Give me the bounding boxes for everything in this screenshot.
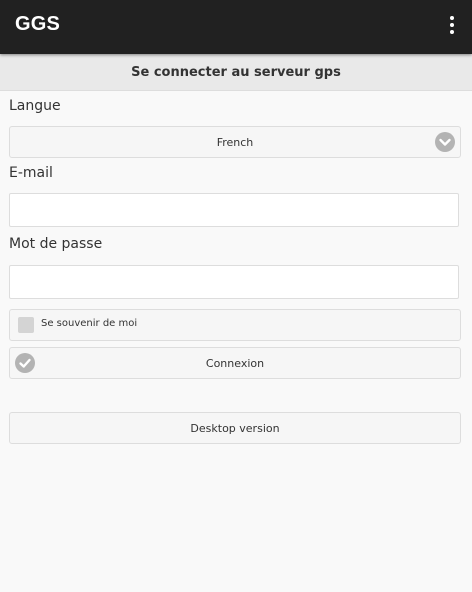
password-field[interactable] xyxy=(9,265,459,299)
language-select-value: French xyxy=(216,135,254,149)
desktop-version-label: Desktop version xyxy=(190,421,280,435)
page-header: Se connecter au serveur gps xyxy=(0,54,472,91)
login-button-label: Connexion xyxy=(205,356,265,370)
language-label: Langue xyxy=(9,98,61,114)
more-vert-icon[interactable] xyxy=(446,14,458,40)
app-title: GGS xyxy=(15,13,61,35)
language-select[interactable]: French xyxy=(9,126,461,158)
checkbox-square[interactable] xyxy=(18,317,34,333)
page-title: Se connecter au serveur gps xyxy=(131,64,341,80)
password-label: Mot de passe xyxy=(9,236,103,252)
check-icon xyxy=(15,353,35,373)
login-button[interactable]: Connexion xyxy=(9,347,461,379)
desktop-version-button[interactable]: Desktop version xyxy=(9,412,461,444)
app-bar: GGS xyxy=(0,0,472,54)
email-label: E-mail xyxy=(9,165,53,181)
chevron-down-icon xyxy=(435,132,455,152)
email-field[interactable] xyxy=(9,193,459,227)
remember-me-label: Se souvenir de moi xyxy=(41,318,138,329)
remember-me-checkbox[interactable]: Se souvenir de moi xyxy=(9,309,461,341)
